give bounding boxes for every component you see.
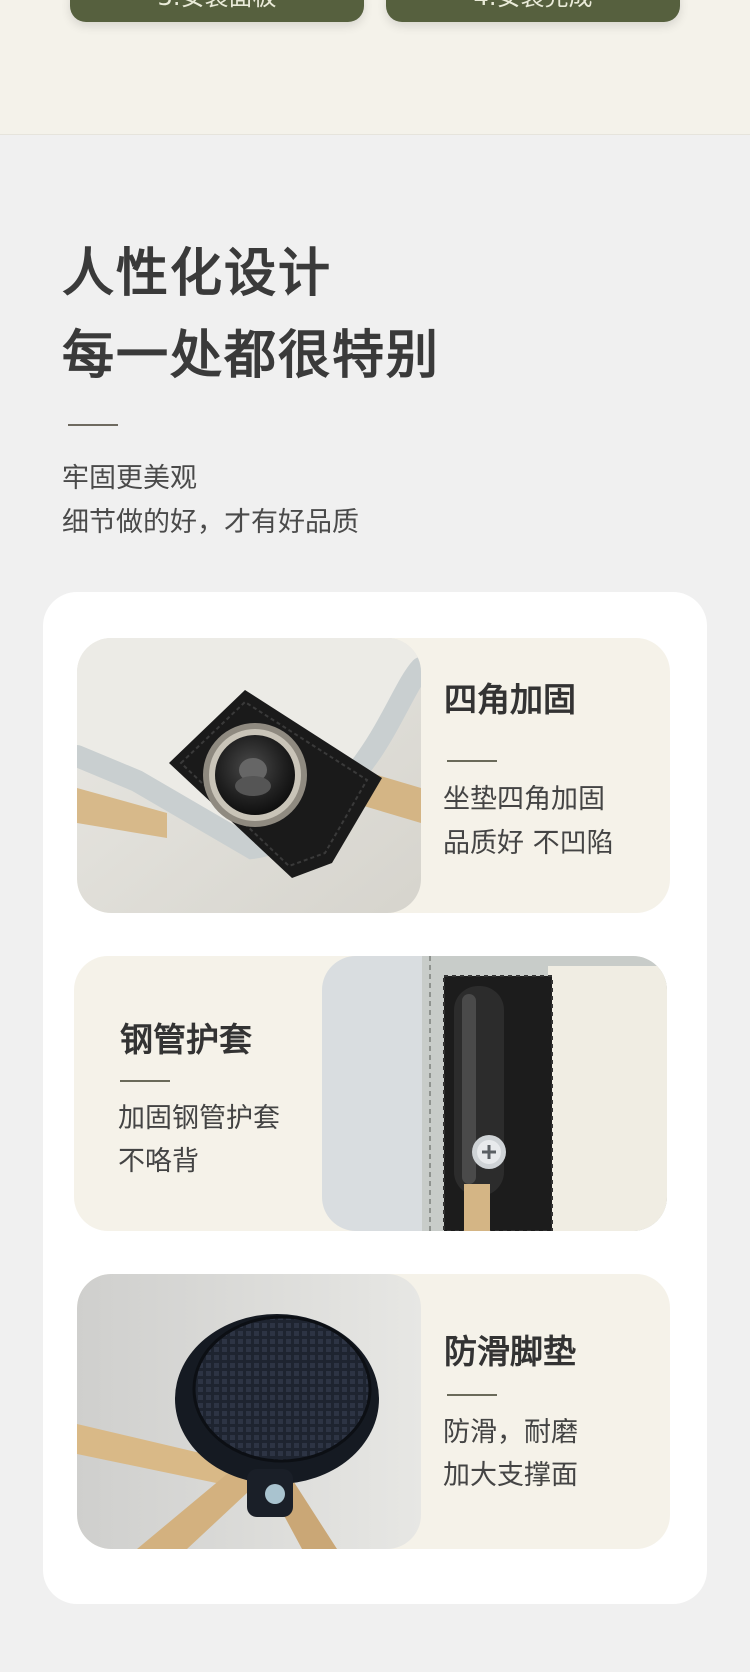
feature-divider — [447, 1394, 497, 1396]
feature-divider — [447, 760, 497, 762]
hero-subtitle-line-2: 细节做的好，才有好品质 — [62, 507, 359, 538]
feature-steel-tube-sleeve: 钢管护套 加固钢管护套 不咯背 — [74, 956, 667, 1231]
feature-desc-line-1: 防滑，耐磨 — [443, 1417, 578, 1448]
feature-title: 防滑脚垫 — [444, 1332, 576, 1371]
feature-divider — [120, 1080, 170, 1082]
steel-tube-sleeve-photo-icon — [322, 956, 667, 1231]
hero-title-line-2: 每一处都很特别 — [62, 326, 441, 386]
feature-anti-slip-foot-pad: 防滑脚垫 防滑，耐磨 加大支撑面 — [77, 1274, 670, 1549]
feature-desc-line-1: 加固钢管护套 — [118, 1103, 280, 1134]
feature-desc-line-1: 坐垫四角加固 — [443, 784, 605, 815]
feature-desc-line-2: 品质好 不凹陷 — [443, 828, 614, 859]
install-panel-button[interactable]: 3.安装面板 — [70, 0, 364, 22]
hero-subtitle-line-1: 牢固更美观 — [62, 463, 197, 494]
top-section: 3.安装面板 4.安装完成 — [0, 0, 750, 135]
feature-desc-line-2: 不咯背 — [118, 1146, 199, 1177]
feature-corner-reinforcement: 四角加固 坐垫四角加固 品质好 不凹陷 — [77, 638, 670, 913]
feature-desc-line-2: 加大支撑面 — [443, 1460, 578, 1491]
feature-title: 钢管护套 — [120, 1020, 252, 1059]
anti-slip-foot-pad-photo-icon — [77, 1274, 421, 1549]
chair-corner-grommet-photo-icon — [77, 638, 421, 913]
install-complete-button[interactable]: 4.安装完成 — [386, 0, 680, 22]
hero-title-line-1: 人性化设计 — [62, 244, 333, 304]
feature-title: 四角加固 — [444, 680, 576, 719]
hero-divider — [68, 424, 118, 426]
